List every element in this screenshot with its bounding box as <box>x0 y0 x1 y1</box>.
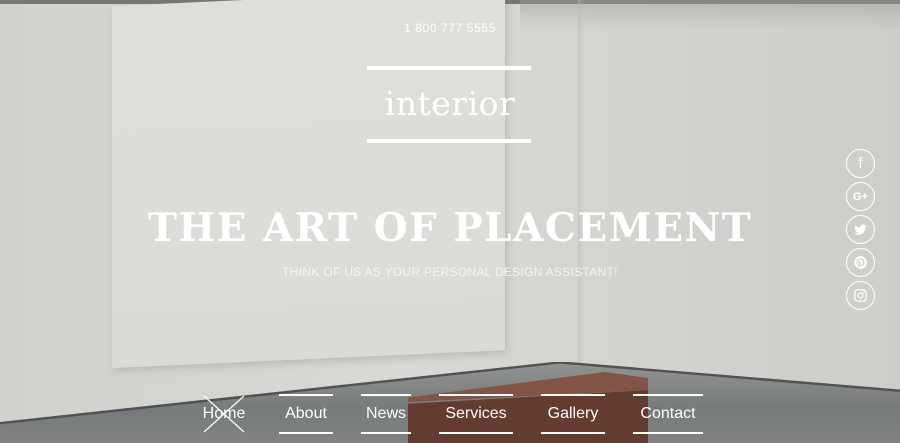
hero-headline: THE ART OF PLACEMENT <box>147 205 753 251</box>
nav-item-gallery[interactable]: Gallery <box>541 394 605 434</box>
hero-section: 1 800 777 5555 interior THE ART OF PLACE… <box>0 0 900 443</box>
active-cross-icon <box>203 395 245 433</box>
nav-item-about[interactable]: About <box>279 394 333 434</box>
nav-item-label: Gallery <box>547 405 599 422</box>
instagram-icon[interactable] <box>846 281 875 310</box>
facebook-icon[interactable]: f <box>846 149 875 178</box>
nav-item-news[interactable]: News <box>361 394 411 434</box>
site-logo[interactable]: interior <box>0 84 900 123</box>
nav-item-label: Contact <box>640 405 696 422</box>
logo-rule-top <box>367 66 531 70</box>
logo-rule-bottom <box>367 139 531 143</box>
google-plus-icon[interactable]: G+ <box>846 182 875 211</box>
nav-item-services[interactable]: Services <box>439 394 513 434</box>
nav-item-home[interactable]: Home <box>198 394 250 434</box>
hero-tagline: THINK OF US AS YOUR PERSONAL DESIGN ASSI… <box>282 265 618 279</box>
pinterest-icon[interactable] <box>846 248 875 277</box>
nav-item-label: About <box>285 405 327 422</box>
twitter-icon[interactable] <box>846 215 875 244</box>
social-links: f G+ <box>846 149 876 314</box>
nav-item-label: News <box>365 405 406 422</box>
main-navigation: Home About News Services Gallery Contact <box>198 394 703 434</box>
phone-number[interactable]: 1 800 777 5555 <box>0 21 900 35</box>
nav-item-contact[interactable]: Contact <box>633 394 703 434</box>
nav-item-label: Services <box>445 405 507 422</box>
